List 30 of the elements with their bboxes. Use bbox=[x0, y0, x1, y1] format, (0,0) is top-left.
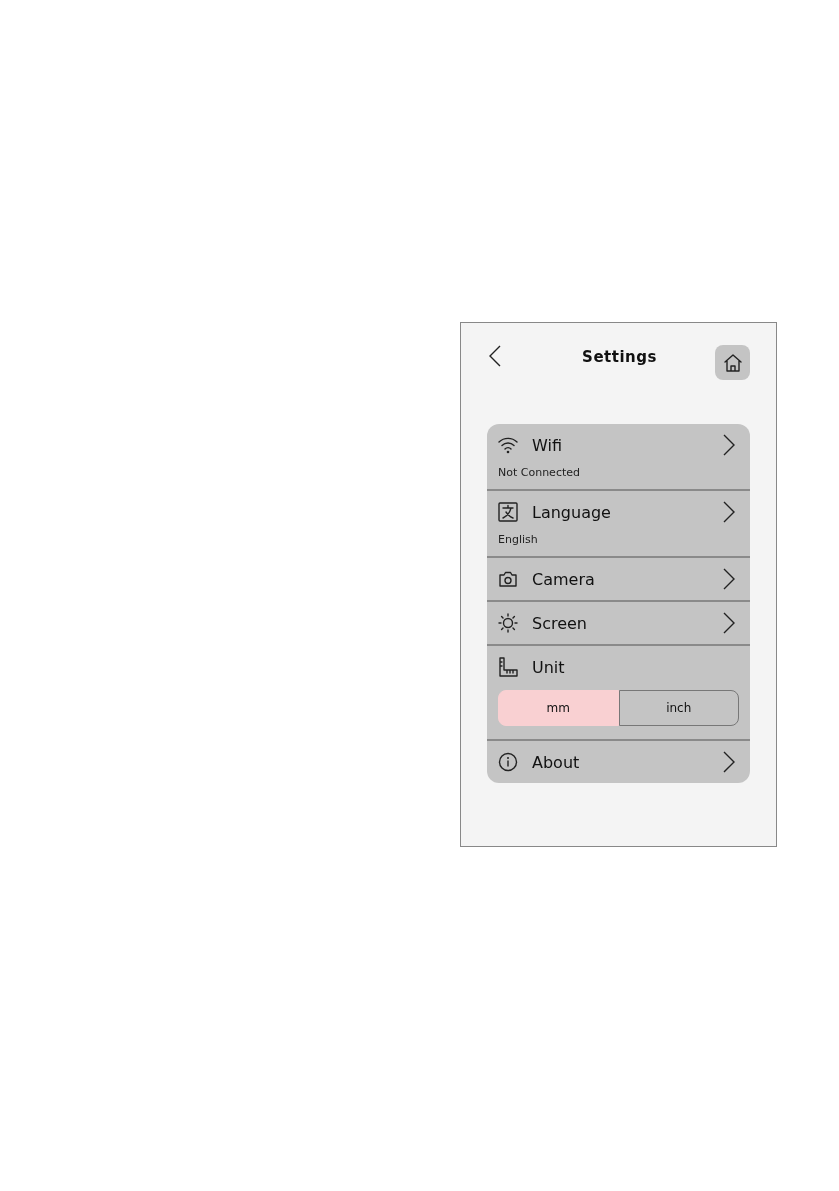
setting-label: Camera bbox=[532, 569, 596, 589]
settings-row[interactable]: Wifi Not Connected bbox=[487, 424, 750, 489]
chevron-icon bbox=[723, 501, 735, 523]
screen-title: Settings bbox=[582, 348, 657, 366]
info-icon bbox=[498, 752, 518, 772]
settings-row[interactable]: About bbox=[487, 739, 750, 783]
chevron-icon bbox=[723, 612, 735, 634]
unit-option[interactable]: inch bbox=[618, 690, 739, 726]
chevron-icon bbox=[723, 568, 735, 590]
home-icon bbox=[722, 352, 743, 373]
setting-label: Unit bbox=[532, 657, 566, 677]
setting-label: About bbox=[532, 752, 581, 772]
ruler-icon bbox=[498, 657, 518, 677]
wifi-icon bbox=[498, 435, 518, 455]
sun-icon bbox=[498, 613, 518, 633]
settings-row[interactable]: Camera bbox=[487, 556, 750, 600]
settings-row[interactable]: Language English bbox=[487, 489, 750, 556]
setting-value: Not Connected bbox=[498, 466, 581, 481]
chevron-icon bbox=[723, 751, 735, 773]
home-button[interactable] bbox=[715, 345, 750, 380]
setting-value: English bbox=[498, 533, 539, 548]
setting-label: Screen bbox=[532, 613, 588, 633]
settings-row[interactable]: Screen bbox=[487, 600, 750, 644]
back-icon[interactable] bbox=[488, 345, 502, 367]
setting-label: Language bbox=[532, 502, 612, 522]
setting-label: Wifi bbox=[532, 435, 563, 455]
camera-icon bbox=[498, 569, 518, 589]
chevron-icon bbox=[723, 434, 735, 456]
language-icon bbox=[498, 502, 518, 522]
unit-option[interactable]: mm bbox=[498, 690, 619, 726]
